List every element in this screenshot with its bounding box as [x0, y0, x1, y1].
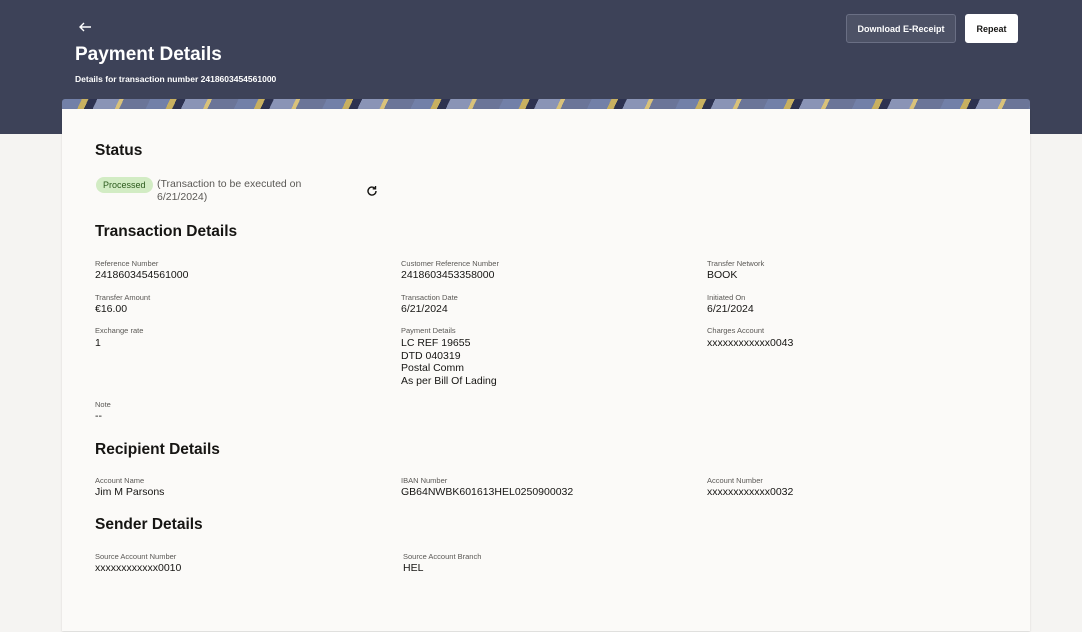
arrow-left-icon[interactable] — [78, 20, 94, 34]
payment-details-value: LC REF 19655 DTD 040319 Postal Comm As p… — [401, 337, 497, 387]
page-subtitle: Details for transaction number 241860345… — [75, 74, 277, 84]
source-account-branch-label: Source Account Branch — [403, 552, 482, 561]
sender-details-heading: Sender Details — [95, 516, 203, 533]
initiated-on-label: Initiated On — [707, 293, 746, 302]
decorative-banner — [62, 99, 1030, 109]
reference-number-label: Reference Number — [95, 259, 159, 268]
customer-reference-number-value: 2418603453358000 — [401, 269, 495, 281]
customer-reference-number-label: Customer Reference Number — [401, 259, 499, 268]
note-value: -- — [95, 410, 102, 422]
source-account-number-label: Source Account Number — [95, 552, 177, 561]
recipient-details-heading: Recipient Details — [95, 441, 220, 458]
status-note: (Transaction to be executed on 6/21/2024… — [157, 178, 302, 203]
exchange-rate-label: Exchange rate — [95, 326, 144, 335]
refresh-icon[interactable] — [366, 184, 378, 196]
transaction-details-heading: Transaction Details — [95, 223, 238, 240]
reference-number-value: 2418603454561000 — [95, 269, 189, 281]
note-label: Note — [95, 400, 111, 409]
iban-number-value: GB64NWBK601613HEL0250900032 — [401, 486, 574, 498]
account-number-label: Account Number — [707, 476, 763, 485]
transfer-amount-label: Transfer Amount — [95, 293, 151, 302]
source-account-branch-value: HEL — [403, 562, 424, 574]
charges-account-label: Charges Account — [707, 326, 765, 335]
account-name-label: Account Name — [95, 476, 145, 485]
account-name-value: Jim M Parsons — [95, 486, 165, 498]
repeat-button[interactable]: Repeat — [965, 14, 1018, 43]
account-number-value: xxxxxxxxxxxx0032 — [707, 486, 794, 498]
payment-details-label: Payment Details — [401, 326, 456, 335]
initiated-on-value: 6/21/2024 — [707, 303, 754, 315]
transfer-network-value: BOOK — [707, 269, 738, 281]
transfer-network-label: Transfer Network — [707, 259, 765, 268]
iban-number-label: IBAN Number — [401, 476, 448, 485]
download-e-receipt-button[interactable]: Download E-Receipt — [846, 14, 956, 43]
transfer-amount-value: €16.00 — [95, 303, 128, 315]
source-account-number-value: xxxxxxxxxxxx0010 — [95, 562, 182, 574]
transaction-date-label: Transaction Date — [401, 293, 458, 302]
page-title: Payment Details — [75, 44, 222, 65]
transaction-date-value: 6/21/2024 — [401, 303, 448, 315]
charges-account-value: xxxxxxxxxxxx0043 — [707, 337, 794, 349]
exchange-rate-value: 1 — [95, 337, 101, 349]
status-badge: Processed — [96, 177, 153, 193]
status-heading: Status — [95, 142, 143, 159]
